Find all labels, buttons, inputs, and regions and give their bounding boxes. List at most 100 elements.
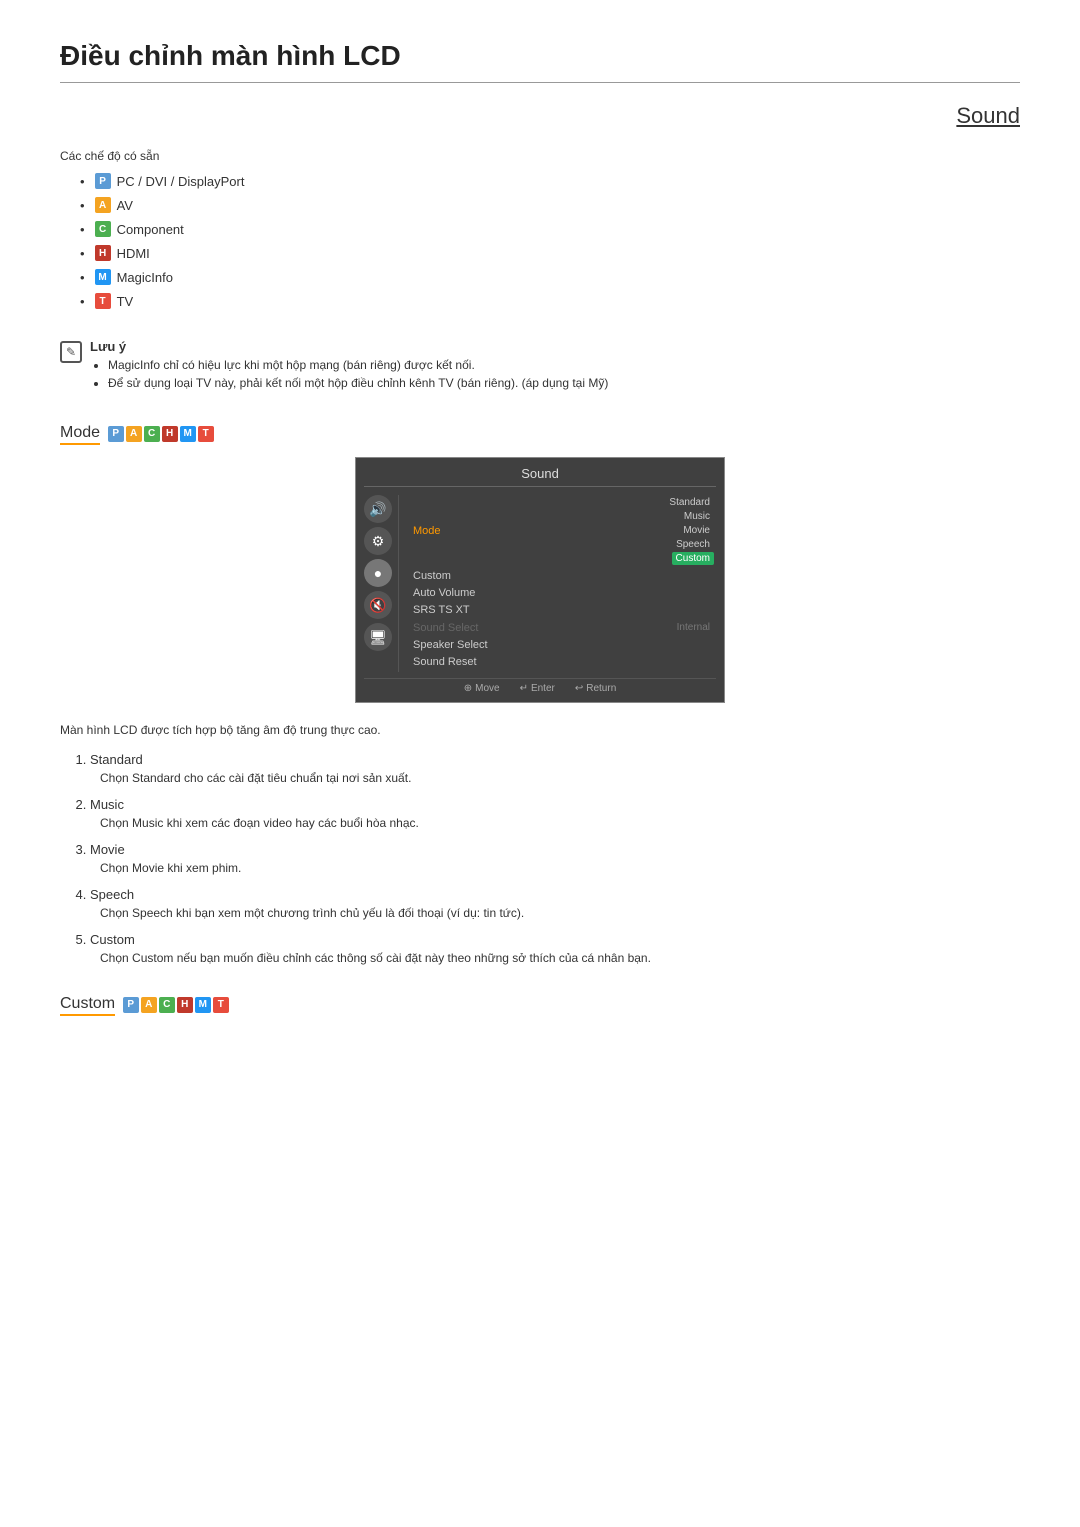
list-item: H HDMI	[80, 245, 1020, 261]
item-title-music: Music	[90, 797, 1020, 812]
osd-container: Sound 🔊 ⚙ ● 🔇 🖥 Mode Standard Music	[60, 457, 1020, 703]
osd-menu: Sound 🔊 ⚙ ● 🔇 🖥 Mode Standard Music	[355, 457, 725, 703]
bullet	[80, 174, 89, 189]
list-item: A AV	[80, 197, 1020, 213]
item-desc-movie: Chọn Movie khi xem phim.	[90, 861, 1020, 875]
mode-badges: P A C H M T	[108, 426, 214, 442]
mode-label: TV	[117, 294, 134, 309]
mode-description: Màn hình LCD được tích hợp bộ tăng âm độ…	[60, 723, 1020, 737]
badge-p: P	[123, 997, 139, 1013]
item-desc-custom: Chọn Custom nếu bạn muốn điều chỉnh các …	[90, 951, 1020, 965]
osd-icon-3: ●	[364, 559, 392, 587]
badge-m: M	[180, 426, 196, 442]
item-title-movie: Movie	[90, 842, 1020, 857]
osd-value-custom: Custom	[672, 552, 714, 565]
list-item-movie: Movie Chọn Movie khi xem phim.	[90, 842, 1020, 875]
osd-row-custom: Custom	[411, 569, 716, 583]
item-title-speech: Speech	[90, 887, 1020, 902]
list-item-speech: Speech Chọn Speech khi bạn xem một chươn…	[90, 887, 1020, 920]
badge-t: T	[95, 293, 111, 309]
mode-numbered-list: Standard Chọn Standard cho các cài đặt t…	[60, 752, 1020, 965]
modes-list: P PC / DVI / DisplayPort A AV C Componen…	[60, 173, 1020, 309]
osd-body: 🔊 ⚙ ● 🔇 🖥 Mode Standard Music Movie Spee…	[364, 495, 716, 672]
osd-icons: 🔊 ⚙ ● 🔇 🖥	[364, 495, 399, 672]
badge-p: P	[95, 173, 111, 189]
mode-label: HDMI	[117, 246, 150, 261]
enter-label: Enter	[531, 683, 555, 694]
osd-footer-return: ↩ Return	[575, 683, 616, 694]
mode-section-title: Mode P A C H M T	[60, 424, 1020, 442]
osd-row-soundreset: Sound Reset	[411, 655, 716, 669]
osd-content: Mode Standard Music Movie Speech Custom …	[405, 495, 716, 672]
mode-label: PC / DVI / DisplayPort	[117, 174, 245, 189]
badge-a: A	[141, 997, 157, 1013]
move-icon: ⊕	[464, 683, 472, 694]
custom-section: Custom P A C H M T	[60, 995, 1020, 1013]
osd-value-movie: Movie	[679, 524, 714, 537]
available-modes-label: Các chế độ có sẵn	[60, 149, 1020, 163]
list-item-music: Music Chọn Music khi xem các đoạn video …	[90, 797, 1020, 830]
badge-c: C	[95, 221, 111, 237]
osd-label-autovolume: Auto Volume	[413, 587, 475, 599]
list-item-custom: Custom Chọn Custom nếu bạn muốn điều chỉ…	[90, 932, 1020, 965]
osd-title: Sound	[364, 466, 716, 487]
note-icon: ✎	[60, 341, 82, 363]
osd-icon-5: 🖥	[364, 623, 392, 651]
osd-footer-move: ⊕ Move	[464, 683, 500, 694]
item-desc-standard: Chọn Standard cho các cài đặt tiêu chuẩn…	[90, 771, 1020, 785]
note-bullet: MagicInfo chỉ có hiệu lực khi một hộp mạ…	[108, 358, 608, 372]
osd-label-soundselect: Sound Select	[413, 622, 478, 634]
osd-label-speakerselect: Speaker Select	[413, 639, 488, 651]
note-bullets: MagicInfo chỉ có hiệu lực khi một hộp mạ…	[90, 358, 608, 390]
note-title: Lưu ý	[90, 339, 608, 354]
bullet	[80, 246, 89, 261]
osd-row-srstsxt: SRS TS XT	[411, 603, 716, 617]
page-title: Điều chỉnh màn hình LCD	[60, 40, 1020, 83]
osd-label-mode: Mode	[413, 525, 441, 537]
note-bullet: Để sử dụng loại TV này, phải kết nối một…	[108, 376, 608, 390]
item-title-standard: Standard	[90, 752, 1020, 767]
badge-t: T	[213, 997, 229, 1013]
badge-m: M	[95, 269, 111, 285]
bullet	[80, 198, 89, 213]
badge-a: A	[95, 197, 111, 213]
bullet	[80, 222, 89, 237]
item-desc-music: Chọn Music khi xem các đoạn video hay cá…	[90, 816, 1020, 830]
badge-t: T	[198, 426, 214, 442]
badge-a: A	[126, 426, 142, 442]
enter-icon: ↵	[520, 683, 528, 694]
list-item: P PC / DVI / DisplayPort	[80, 173, 1020, 189]
osd-label-soundreset: Sound Reset	[413, 656, 477, 668]
sound-heading: Sound	[60, 103, 1020, 129]
osd-row-mode: Mode Standard Music Movie Speech Custom	[411, 495, 716, 566]
note-box: ✎ Lưu ý MagicInfo chỉ có hiệu lực khi mộ…	[60, 339, 1020, 394]
note-content: Lưu ý MagicInfo chỉ có hiệu lực khi một …	[90, 339, 608, 394]
osd-footer: ⊕ Move ↵ Enter ↩ Return	[364, 678, 716, 694]
custom-badges: P A C H M T	[123, 997, 229, 1013]
osd-label-srstsxt: SRS TS XT	[413, 604, 470, 616]
osd-icon-1: 🔊	[364, 495, 392, 523]
badge-m: M	[195, 997, 211, 1013]
badge-c: C	[144, 426, 160, 442]
osd-values-mode: Standard Music Movie Speech Custom	[665, 496, 714, 565]
osd-footer-enter: ↵ Enter	[520, 683, 555, 694]
custom-title-text: Custom	[60, 995, 115, 1016]
osd-row-soundselect: Sound Select Internal	[411, 620, 716, 635]
osd-value-music: Music	[680, 510, 714, 523]
item-title-custom: Custom	[90, 932, 1020, 947]
mode-label: AV	[117, 198, 133, 213]
list-item: C Component	[80, 221, 1020, 237]
badge-h: H	[162, 426, 178, 442]
mode-section: Mode P A C H M T Sound 🔊 ⚙ ● 🔇 🖥	[60, 424, 1020, 965]
list-item-standard: Standard Chọn Standard cho các cài đặt t…	[90, 752, 1020, 785]
badge-c: C	[159, 997, 175, 1013]
list-item: T TV	[80, 293, 1020, 309]
osd-icon-2: ⚙	[364, 527, 392, 555]
mode-label: Component	[117, 222, 184, 237]
osd-value-standard: Standard	[665, 496, 714, 509]
badge-h: H	[95, 245, 111, 261]
bullet	[80, 294, 89, 309]
bullet	[80, 270, 89, 285]
mode-title-text: Mode	[60, 424, 100, 445]
list-item: M MagicInfo	[80, 269, 1020, 285]
